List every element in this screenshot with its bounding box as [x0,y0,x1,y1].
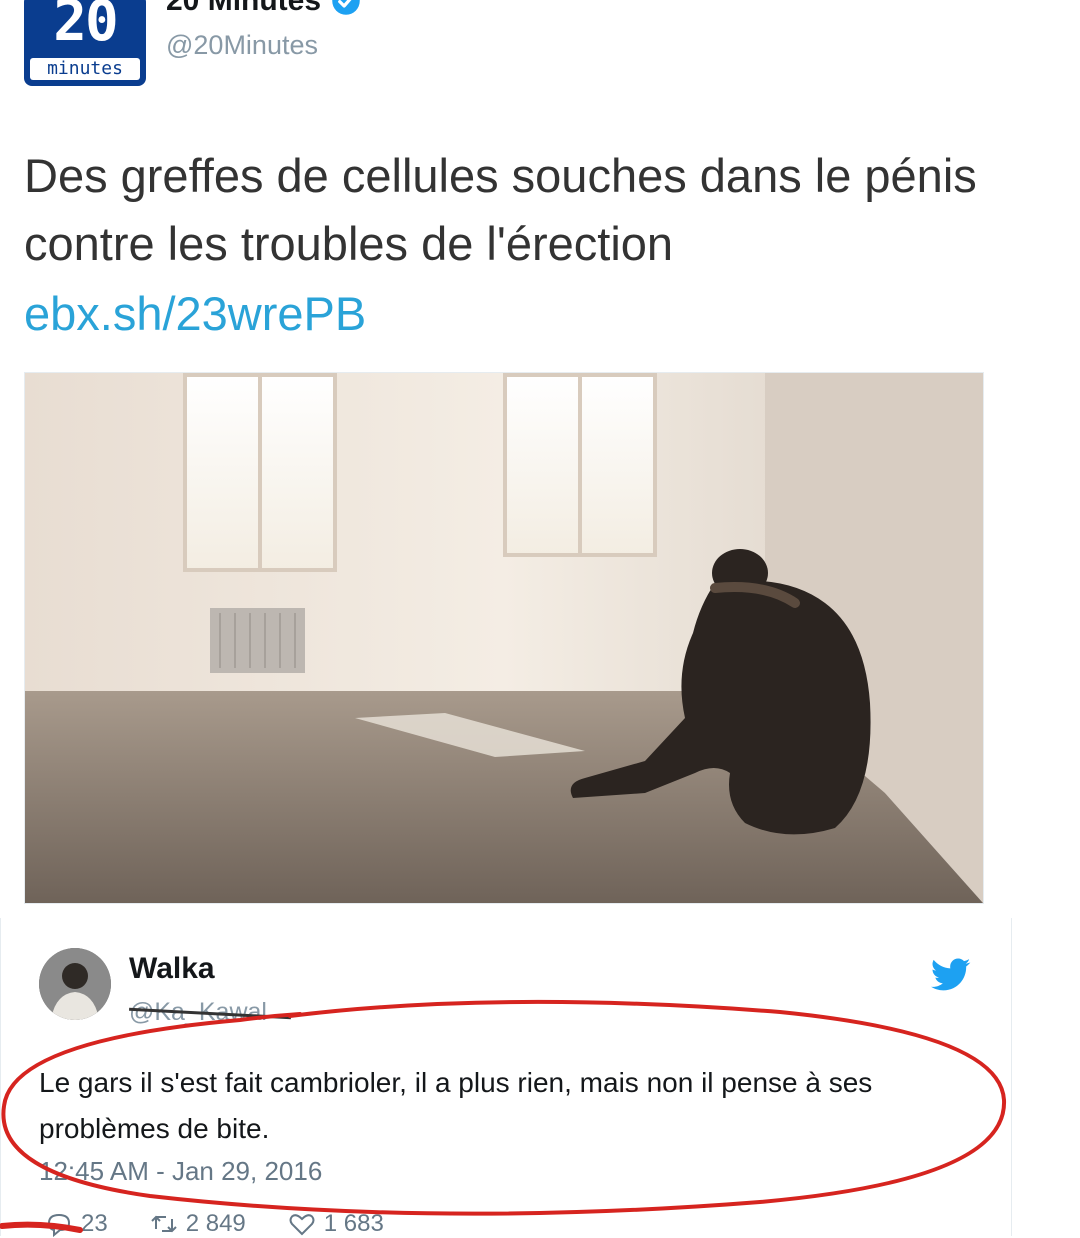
heart-icon [289,1214,315,1236]
like-count: 1 683 [323,1210,384,1237]
20minutes-logo[interactable]: 20 minutes [24,0,146,86]
retweet-action[interactable]: 2 849 [150,1210,246,1238]
reply-actions: 23 2 849 1 683 [45,1210,384,1238]
account-name-text: 20 Minutes [166,0,322,17]
reply-author-name[interactable]: Walka [129,952,215,986]
reply-count: 23 [81,1210,108,1237]
avatar-person-icon [39,948,111,1020]
tweet-text: Des greffes de cellules souches dans le … [24,149,977,270]
screenshot: 20 minutes 20 Minutes @20Minutes Des gre… [0,0,1080,1238]
tweet-link[interactable]: ebx.sh/23wrePB [24,284,366,344]
logo-word: minutes [30,58,140,80]
avatar[interactable] [39,948,111,1020]
reply-action[interactable]: 23 [45,1210,108,1238]
verified-badge-icon [332,0,360,15]
retweet-count: 2 849 [185,1210,246,1237]
reply-text: Le gars il s'est fait cambrioler, il a p… [39,1067,873,1144]
like-action[interactable]: 1 683 [288,1210,384,1238]
retweet-icon [150,1215,177,1233]
twitter-bird-icon[interactable] [931,958,971,992]
reply-timestamp[interactable]: 12:45 AM - Jan 29, 2016 [39,1156,322,1187]
logo-digits: 20 [53,0,118,54]
reply-icon [47,1213,71,1237]
account-name[interactable]: 20 Minutes [166,0,361,18]
photo-man-sitting-in-empty-room [25,373,983,903]
account-handle[interactable]: @20Minutes [166,30,318,61]
tweet-photo[interactable] [24,372,984,904]
reply-tweet[interactable]: Walka @Ka_Kawal Le gars il s'est fait ca… [0,918,1012,1238]
